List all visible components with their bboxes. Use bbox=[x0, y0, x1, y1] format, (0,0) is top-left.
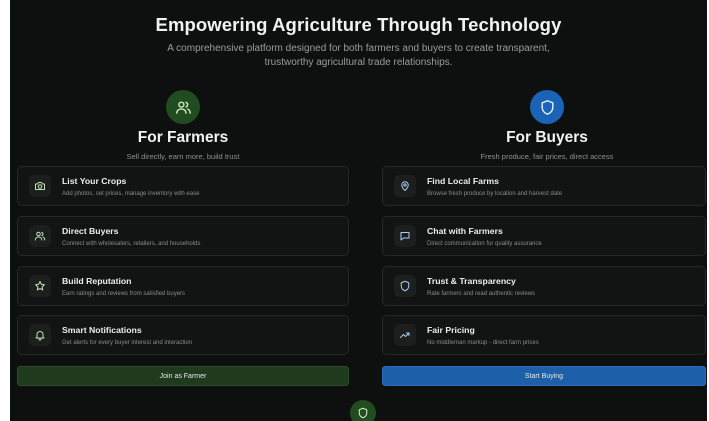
landing-section: Empowering Agriculture Through Technolog… bbox=[10, 0, 707, 421]
shield-icon bbox=[530, 90, 564, 124]
feature-card-chat-with-farmers[interactable]: Chat with Farmers Direct communication f… bbox=[382, 216, 706, 256]
feature-description: Get alerts for every buyer interest and … bbox=[62, 339, 193, 346]
feature-description: Rate farmers and read authentic reviews bbox=[427, 290, 536, 297]
farmers-subtitle: Sell directly, earn more, build trust bbox=[126, 152, 240, 161]
feature-card-build-reputation[interactable]: Build Reputation Earn ratings and review… bbox=[17, 266, 349, 306]
bell-icon bbox=[29, 324, 51, 346]
feature-title: Smart Notifications bbox=[62, 324, 142, 335]
feature-card-smart-notifications[interactable]: Smart Notifications Get alerts for every… bbox=[17, 315, 349, 355]
shield-icon bbox=[350, 400, 376, 421]
page-subtitle-line-2: trustworthy agricultural trade relations… bbox=[264, 57, 453, 68]
users-icon bbox=[166, 90, 200, 124]
feature-description: Connect with wholesalers, retailers, and… bbox=[62, 240, 201, 247]
feature-title: Fair Pricing bbox=[427, 324, 475, 335]
star-icon bbox=[29, 275, 51, 297]
page-subtitle-line-1: A comprehensive platform designed for bo… bbox=[167, 43, 550, 54]
feature-title: List Your Crops bbox=[62, 175, 127, 186]
feature-card-direct-buyers[interactable]: Direct Buyers Connect with wholesalers, … bbox=[17, 216, 349, 256]
feature-description: Add photos, set prices, manage inventory… bbox=[62, 190, 200, 197]
feature-title: Chat with Farmers bbox=[427, 225, 503, 236]
feature-card-find-local-farms[interactable]: Find Local Farms Browse fresh produce by… bbox=[382, 166, 706, 206]
shield-icon bbox=[394, 275, 416, 297]
trending-up-icon bbox=[394, 324, 416, 346]
feature-title: Find Local Farms bbox=[427, 175, 499, 186]
chat-icon bbox=[394, 225, 416, 247]
buyers-header: For Buyers Fresh produce, fair prices, d… bbox=[382, 90, 707, 161]
feature-description: Browse fresh produce by location and har… bbox=[427, 190, 563, 197]
feature-card-list-crops[interactable]: List Your Crops Add photos, set prices, … bbox=[17, 166, 349, 206]
map-pin-icon bbox=[394, 175, 416, 197]
feature-card-fair-pricing[interactable]: Fair Pricing No middleman markup - direc… bbox=[382, 315, 706, 355]
users-icon bbox=[29, 225, 51, 247]
join-as-farmer-button[interactable]: Join as Farmer bbox=[17, 366, 349, 386]
farmers-title: For Farmers bbox=[137, 129, 229, 146]
feature-card-trust-transparency[interactable]: Trust & Transparency Rate farmers and re… bbox=[382, 266, 706, 306]
buyers-subtitle: Fresh produce, fair prices, direct acces… bbox=[480, 152, 614, 161]
camera-icon bbox=[29, 175, 51, 197]
feature-description: Earn ratings and reviews from satisfied … bbox=[62, 290, 186, 297]
page-subtitle: A comprehensive platform designed for bo… bbox=[140, 42, 577, 70]
page-title: Empowering Agriculture Through Technolog… bbox=[155, 14, 562, 35]
start-buying-button[interactable]: Start Buying bbox=[382, 366, 706, 386]
buyers-title: For Buyers bbox=[506, 129, 588, 146]
feature-description: No middleman markup - direct farm prices bbox=[427, 339, 539, 346]
feature-title: Build Reputation bbox=[62, 275, 132, 286]
feature-title: Direct Buyers bbox=[62, 225, 119, 236]
feature-title: Trust & Transparency bbox=[427, 275, 516, 286]
feature-description: Direct communication for quality assuran… bbox=[427, 240, 542, 247]
farmers-header: For Farmers Sell directly, earn more, bu… bbox=[18, 90, 348, 161]
